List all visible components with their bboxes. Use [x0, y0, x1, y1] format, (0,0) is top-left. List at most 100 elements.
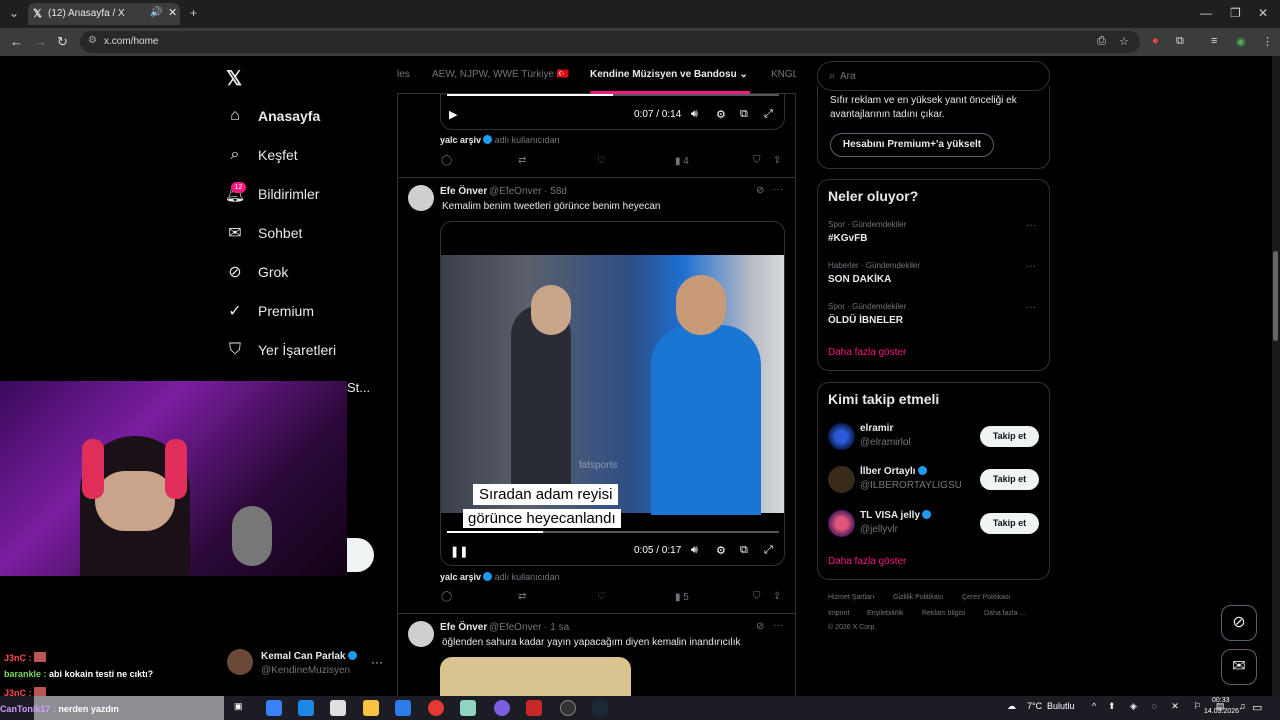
nav-item-bookmarks[interactable]: ⛉ Yer İşaretleri [226, 335, 336, 365]
tweet-media-image[interactable] [440, 657, 631, 696]
close-window-icon[interactable]: ✕ [1258, 6, 1268, 20]
tab-list-icon[interactable]: ⌄ [9, 6, 19, 20]
video-progress[interactable] [447, 531, 779, 533]
video-frame[interactable]: fatsports Sıradan adam reyisi görünce he… [441, 255, 784, 528]
browser-menu-icon[interactable]: ⋮ [1262, 35, 1273, 48]
retweet-icon[interactable]: ⇄ [518, 591, 526, 602]
trend-name[interactable]: ÖLDÜ İBNELER [828, 315, 903, 326]
maximize-icon[interactable]: ❐ [1230, 6, 1241, 20]
copilot-icon[interactable] [266, 700, 282, 716]
clock-time[interactable]: 00:33 [1212, 697, 1230, 704]
tweet-more-icon[interactable]: ··· [773, 184, 783, 195]
edge-icon[interactable] [298, 700, 314, 716]
install-app-icon[interactable]: ⎙ [1097, 35, 1106, 48]
video-source[interactable]: yalc arşiv adlı kullanıcıdan [440, 135, 560, 145]
grok-explain-icon[interactable]: ⊘ [756, 621, 764, 632]
profile-icon[interactable]: ◉ [1236, 35, 1246, 48]
weather-temp[interactable]: 7°C [1027, 701, 1042, 711]
bookmark-action-icon[interactable]: ⛉ [753, 155, 761, 166]
account-name[interactable]: Kemal Can Parlak [261, 651, 357, 662]
video-source[interactable]: yalc arşiv adlı kullanıcıdan [440, 572, 560, 582]
reply-icon[interactable]: ◯ [441, 155, 452, 166]
who-show-more[interactable]: Daha fazla göster [828, 556, 906, 567]
weather-icon[interactable]: ☁ [1007, 701, 1016, 712]
fullscreen-icon[interactable]: ⤢ [764, 544, 773, 557]
pip-icon[interactable]: ⧉ [740, 108, 748, 121]
share-icon[interactable]: ⇪ [773, 591, 781, 602]
footer-link[interactable]: Gizlilik Politikası [893, 594, 943, 601]
obs-icon[interactable] [560, 700, 576, 716]
reply-icon[interactable]: ◯ [441, 591, 452, 602]
explorer-icon[interactable] [363, 700, 379, 716]
minimize-icon[interactable]: — [1200, 6, 1212, 20]
pip-icon[interactable]: ⧉ [740, 544, 748, 557]
like-icon[interactable]: ♡ [597, 591, 606, 602]
weather-text[interactable]: Bulutlu [1047, 701, 1075, 711]
follow-avatar[interactable] [828, 423, 855, 450]
reload-icon[interactable]: ↻ [57, 34, 68, 50]
settings-icon[interactable]: ⚙ [716, 544, 726, 557]
nav-item-explore[interactable]: ⌕ Keşfet [226, 140, 298, 170]
media-control-icon[interactable]: ≡ [1211, 35, 1217, 47]
retweet-icon[interactable]: ⇄ [518, 155, 526, 166]
follow-button[interactable]: Takip et [980, 426, 1039, 447]
bookmark-star-icon[interactable]: ☆ [1119, 35, 1129, 48]
tweet-avatar[interactable] [408, 621, 434, 647]
new-tab-icon[interactable]: + [190, 6, 197, 20]
tweet-avatar[interactable] [408, 185, 434, 211]
views-count[interactable]: ▮ 5 [675, 592, 689, 603]
clock-date[interactable]: 14.03.2026 [1204, 708, 1239, 715]
follow-avatar[interactable] [828, 510, 855, 537]
follow-avatar[interactable] [828, 466, 855, 493]
tweet-author[interactable]: Efe Önver [440, 186, 487, 197]
volume-icon[interactable]: 🔊︎ [691, 544, 698, 557]
nav-item-premium[interactable]: ✓ Premium [226, 296, 314, 326]
follow-name[interactable]: elramir [860, 423, 893, 434]
forward-icon[interactable]: → [34, 34, 47, 49]
settings-icon[interactable]: ⚙ [716, 108, 726, 121]
video-player[interactable]: fatsports Sıradan adam reyisi görünce he… [440, 221, 785, 566]
topic-tab-partial[interactable]: les [397, 69, 410, 80]
nav-item-grok[interactable]: ⊘ Grok [226, 257, 288, 287]
steam-icon[interactable] [592, 700, 608, 716]
footer-link[interactable]: Hizmet Şartları [828, 594, 874, 601]
trend-more-icon[interactable]: ··· [1026, 302, 1036, 313]
extension-icon[interactable]: ● [1152, 35, 1159, 47]
speaker-icon[interactable]: 🔊 [150, 7, 162, 18]
task-view-icon[interactable]: ▣ [234, 701, 243, 712]
topic-tab-next[interactable]: KNGL [771, 69, 796, 80]
views-count[interactable]: ▮ 4 [675, 156, 689, 167]
discord-icon[interactable] [494, 700, 510, 716]
messages-float-icon[interactable]: ✉ [1221, 649, 1257, 685]
browser-tab[interactable]: 𝕏 (12) Anasayfa / X 🔊 ✕ [28, 3, 180, 25]
address-bar[interactable]: ⚙ x.com/home [80, 31, 1140, 53]
tweet-author[interactable]: Efe Önver [440, 622, 487, 633]
footer-link[interactable]: Çerez Politikası [962, 594, 1011, 601]
chrome-icon[interactable] [428, 700, 444, 716]
follow-name[interactable]: TL VISA jelly [860, 510, 932, 521]
post-button[interactable] [347, 538, 374, 572]
stream-app-icon[interactable] [526, 700, 542, 716]
fullscreen-icon[interactable]: ⤢ [764, 108, 773, 121]
footer-link[interactable]: Reklam bilgisi [922, 610, 965, 617]
trend-more-icon[interactable]: ··· [1026, 220, 1036, 231]
extensions-puzzle-icon[interactable]: ⧉ [1176, 35, 1184, 48]
store-icon[interactable] [330, 700, 346, 716]
account-avatar[interactable] [227, 649, 253, 675]
close-tab-icon[interactable]: ✕ [168, 6, 177, 19]
topic-tab-wrestling[interactable]: AEW, NJPW, WWE Türkiye 🇹🇷 [432, 69, 569, 80]
grok-float-icon[interactable]: ⊘ [1221, 605, 1257, 641]
page-scrollbar[interactable] [1272, 56, 1280, 696]
follow-button[interactable]: Takip et [980, 513, 1039, 534]
premium-upgrade-button[interactable]: Hesabını Premium+'a yükselt [830, 133, 994, 157]
play-icon[interactable]: ▶ [449, 108, 457, 121]
notes-app-icon[interactable] [460, 700, 476, 716]
bookmark-action-icon[interactable]: ⛉ [753, 591, 761, 602]
trend-name[interactable]: #KGvFB [828, 233, 867, 244]
nav-item-home[interactable]: ⌂ Anasayfa [226, 101, 320, 131]
video-progress[interactable] [447, 94, 779, 96]
share-icon[interactable]: ⇪ [773, 155, 781, 166]
trend-name[interactable]: SON DAKİKA [828, 274, 891, 285]
follow-button[interactable]: Takip et [980, 469, 1039, 490]
tweet-more-icon[interactable]: ··· [773, 620, 783, 631]
